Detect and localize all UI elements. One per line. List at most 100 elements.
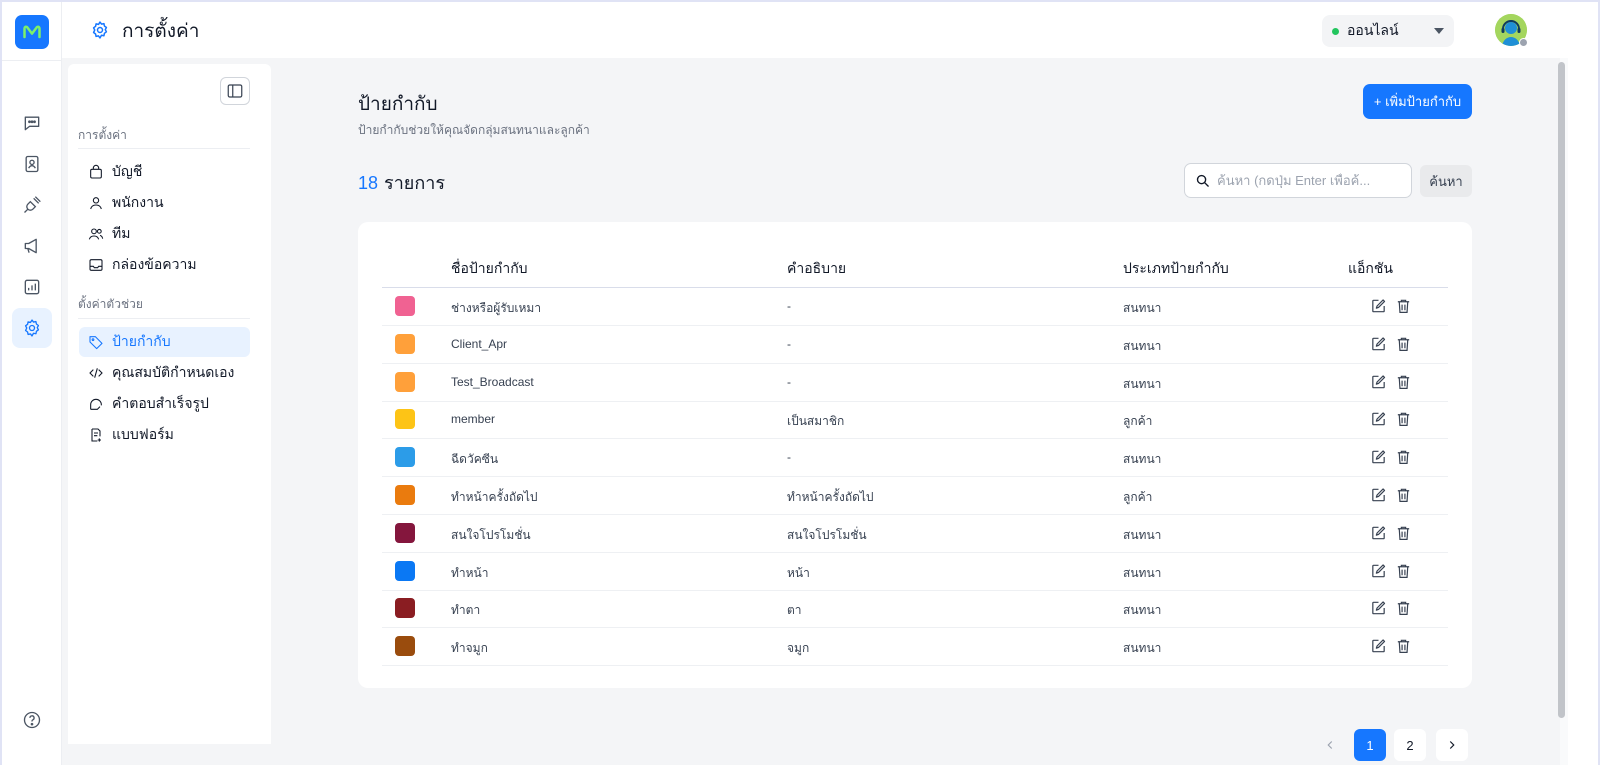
edit-icon	[1372, 412, 1386, 426]
edit-label-button[interactable]	[1370, 524, 1387, 542]
chat-nav-button[interactable]	[12, 103, 52, 143]
integrations-nav-button[interactable]	[12, 185, 52, 225]
chevron-left-icon	[1327, 741, 1333, 749]
sidebar-item-teams[interactable]: ทีม	[79, 219, 250, 249]
search-box	[1184, 163, 1412, 198]
code-icon	[89, 368, 103, 378]
label-color-swatch	[395, 598, 415, 619]
table-row: ทำจมูก จมูก สนทนา	[382, 628, 1448, 667]
column-header-type: ประเภทป้ายกำกับ	[1123, 260, 1229, 276]
delete-label-button[interactable]	[1395, 448, 1412, 466]
label-name-cell: member	[451, 412, 496, 427]
label-color-swatch	[395, 296, 415, 316]
user-icon	[90, 197, 102, 210]
section-divider	[78, 318, 250, 319]
label-description-cell: จมูก	[787, 641, 810, 656]
edit-label-button[interactable]	[1370, 637, 1387, 655]
label-name-cell: ทำหน้า	[451, 565, 489, 580]
collapse-sidebar-button[interactable]	[220, 77, 250, 105]
delete-label-button[interactable]	[1395, 297, 1412, 315]
edit-label-button[interactable]	[1370, 448, 1387, 466]
sidebar-item-forms[interactable]: แบบฟอร์ม	[79, 420, 250, 450]
label-name-cell: สนใจโปรโมชั่น	[451, 527, 531, 542]
edit-label-button[interactable]	[1370, 562, 1387, 580]
label-type-cell: สนทนา	[1123, 641, 1162, 656]
delete-label-button[interactable]	[1395, 410, 1412, 428]
sidebar-item-label: แบบฟอร์ม	[112, 426, 174, 442]
scrollbar-thumb[interactable]	[1558, 62, 1565, 718]
sidebar-item-labels[interactable]: ป้ายกำกับ	[79, 327, 250, 357]
delete-label-button[interactable]	[1395, 637, 1412, 655]
label-type-cell: สนทนา	[1123, 565, 1162, 580]
edit-icon	[1372, 450, 1386, 464]
settings-nav-button[interactable]	[12, 308, 52, 348]
icon-rail	[2, 2, 62, 765]
chevron-down-icon	[1434, 28, 1444, 34]
edit-label-button[interactable]	[1370, 410, 1387, 428]
record-count: 18 รายการ	[358, 168, 445, 197]
sidebar-item-label: บัญชี	[112, 163, 143, 179]
tag-icon	[89, 336, 103, 350]
prev-page-button[interactable]	[1314, 729, 1346, 761]
sidebar-item-account[interactable]: บัญชี	[79, 157, 250, 187]
help-nav-button[interactable]	[12, 700, 52, 740]
label-name-cell: Client_Apr	[451, 336, 508, 351]
page-button-1[interactable]: 1	[1354, 729, 1386, 761]
page-button-2[interactable]: 2	[1394, 729, 1426, 761]
canned-icon	[90, 398, 102, 410]
delete-label-button[interactable]	[1395, 373, 1412, 391]
label-description-cell: -	[787, 374, 791, 389]
delete-label-button[interactable]	[1395, 335, 1412, 353]
label-color-swatch	[395, 560, 415, 581]
broadcast-nav-button[interactable]	[12, 226, 52, 266]
record-count-label: รายการ	[384, 173, 446, 193]
sidebar-item-label: คุณสมบัติกำหนดเอง	[112, 364, 235, 380]
table-row: ทำหน้า หน้า สนทนา	[382, 553, 1448, 591]
label-type-cell: สนทนา	[1123, 301, 1162, 315]
label-type-cell: สนทนา	[1123, 452, 1162, 467]
label-description-cell: ตา	[787, 603, 802, 618]
app-logo[interactable]	[15, 15, 49, 49]
label-name-cell: Test_Broadcast	[451, 374, 534, 389]
sidebar-item-canned-responses[interactable]: คำตอบสำเร็จรูป	[79, 389, 250, 419]
edit-label-button[interactable]	[1370, 335, 1387, 353]
trash-icon	[1397, 413, 1410, 427]
sidebar-item-label: กล่องข้อความ	[112, 256, 197, 272]
label-type-cell: สนทนา	[1123, 338, 1162, 353]
next-page-button[interactable]	[1436, 729, 1468, 761]
search-input[interactable]	[1217, 173, 1397, 188]
delete-label-button[interactable]	[1395, 524, 1412, 542]
contacts-nav-button[interactable]	[12, 144, 52, 184]
edit-label-button[interactable]	[1370, 486, 1387, 504]
availability-select[interactable]: ออนไลน์	[1322, 15, 1454, 47]
edit-icon	[1372, 601, 1386, 615]
delete-label-button[interactable]	[1395, 599, 1412, 617]
edit-icon	[1372, 639, 1386, 653]
search-button[interactable]: ค้นหา	[1420, 165, 1472, 197]
section-settings-heading: การตั้งค่า	[78, 128, 127, 142]
label-type-cell: สนทนา	[1123, 527, 1162, 542]
add-label-button[interactable]: + เพิ่มป้ายกำกับ	[1363, 84, 1472, 119]
section-helpers-heading: ตั้งค่าตัวช่วย	[78, 297, 143, 311]
table-row: ทำหน้าครั้งถัดไป ทำหน้าครั้งถัดไป ลูกค้า	[382, 477, 1448, 515]
settings-icon	[24, 319, 40, 337]
logo-icon	[23, 25, 41, 39]
label-color-swatch	[395, 409, 415, 430]
label-type-cell: สนทนา	[1123, 376, 1162, 391]
sidebar-toggle-icon	[227, 84, 243, 98]
sidebar-item-custom-attributes[interactable]: คุณสมบัติกำหนดเอง	[79, 358, 250, 388]
edit-icon	[1372, 374, 1386, 388]
edit-label-button[interactable]	[1370, 373, 1387, 391]
sidebar-item-inboxes[interactable]: กล่องข้อความ	[79, 250, 250, 280]
label-color-swatch	[395, 333, 415, 354]
edit-label-button[interactable]	[1370, 297, 1387, 315]
label-color-swatch	[395, 371, 415, 392]
delete-label-button[interactable]	[1395, 486, 1412, 504]
edit-label-button[interactable]	[1370, 599, 1387, 617]
label-name-cell: ทำตา	[451, 603, 481, 618]
sidebar-item-agents[interactable]: พนักงาน	[79, 188, 250, 218]
sidebar-item-label: พนักงาน	[112, 194, 164, 210]
chevron-right-icon	[1449, 741, 1455, 749]
delete-label-button[interactable]	[1395, 562, 1412, 580]
reports-nav-button[interactable]	[12, 267, 52, 307]
